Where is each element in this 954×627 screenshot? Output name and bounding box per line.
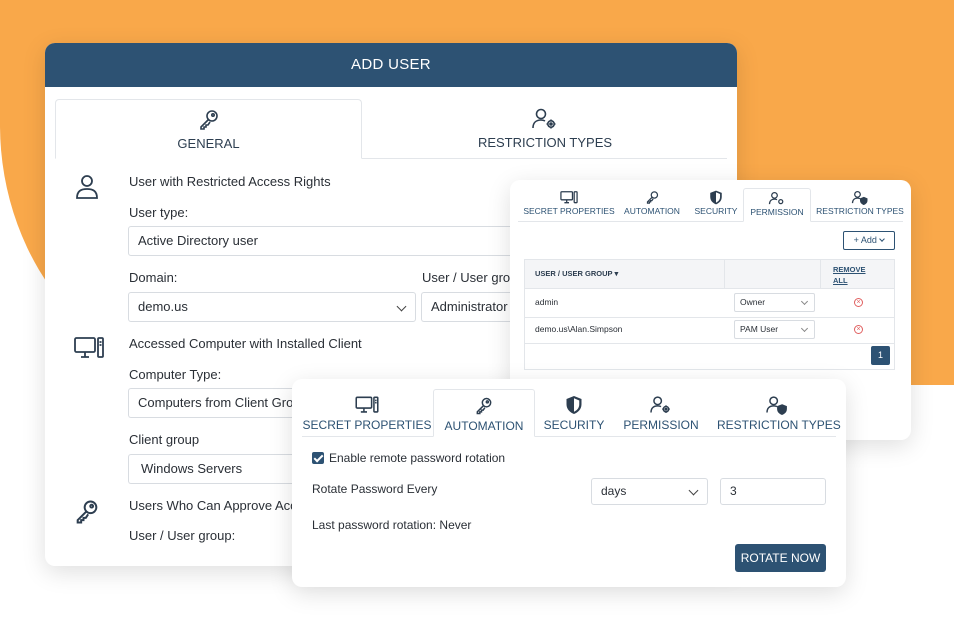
rotation-count-input[interactable]: 3 xyxy=(720,478,826,505)
tab-label: PERMISSION xyxy=(750,207,804,217)
rotate-now-button[interactable]: ROTATE NOW xyxy=(735,544,826,572)
tab-security[interactable]: SECURITY xyxy=(542,389,606,437)
domain-label: Domain: xyxy=(129,270,178,285)
chevron-down-icon xyxy=(800,324,809,333)
remove-all-line1: REMOVE xyxy=(833,265,866,274)
chevron-down-icon xyxy=(396,301,407,312)
tab-restriction-types[interactable]: RESTRICTION TYPES xyxy=(385,99,705,159)
role-value: PAM User xyxy=(740,324,779,334)
chevron-down-icon xyxy=(688,485,699,496)
user-type-label: User type: xyxy=(129,205,189,220)
tab-restriction-types[interactable]: RESTRICTION TYPES xyxy=(814,188,906,222)
rotate-every-label: Rotate Password Every xyxy=(312,482,438,496)
role-value: Owner xyxy=(740,297,766,307)
column-divider xyxy=(724,260,725,289)
domain-value: demo.us xyxy=(138,299,188,314)
computer-icon xyxy=(560,191,578,204)
tab-secret-properties[interactable]: SECRET PROPERTIES xyxy=(522,188,616,222)
column-divider xyxy=(820,260,821,289)
row-divider xyxy=(525,343,894,344)
rotation-unit-select[interactable]: days xyxy=(591,478,708,505)
permission-tabs: SECRET PROPERTIES AUTOMATION SECURITY PE… xyxy=(518,188,906,222)
tab-automation[interactable]: AUTOMATION xyxy=(433,389,535,437)
user-icon xyxy=(76,175,98,199)
tab-label: AUTOMATION xyxy=(444,419,524,433)
shield-icon xyxy=(566,396,582,414)
remove-all-line2: ALL xyxy=(833,276,848,285)
remove-icon[interactable]: × xyxy=(854,325,863,334)
automation-panel: SECRET PROPERTIES AUTOMATION SECURITY PE… xyxy=(292,379,846,587)
computer-icon xyxy=(355,396,379,413)
role-select[interactable]: Owner xyxy=(734,293,815,312)
computer-type-label: Computer Type: xyxy=(129,367,222,382)
key-icon xyxy=(76,500,98,524)
key-icon xyxy=(646,191,658,204)
remove-all-link[interactable]: REMOVE ALL xyxy=(833,264,866,286)
section-computer-title: Accessed Computer with Installed Client xyxy=(129,336,362,351)
enable-rotation-checkbox[interactable] xyxy=(312,452,324,464)
tab-restriction-types[interactable]: RESTRICTION TYPES xyxy=(717,389,841,437)
tab-permission[interactable]: PERMISSION xyxy=(743,188,811,222)
chevron-down-icon xyxy=(800,297,809,306)
tab-label: SECRET PROPERTIES xyxy=(302,418,432,432)
table-row-user: admin xyxy=(535,297,559,307)
permission-table: USER / USER GROUP ▾ REMOVE ALL admin Own… xyxy=(524,259,895,370)
pagination-page-1[interactable]: 1 xyxy=(871,346,890,365)
client-group-label: Client group xyxy=(129,432,200,447)
tab-permission[interactable]: PERMISSION xyxy=(620,389,702,437)
tab-label: RESTRICTION TYPES xyxy=(717,418,841,432)
column-user-header[interactable]: USER / USER GROUP ▾ xyxy=(535,269,618,278)
tab-label: SECURITY xyxy=(543,418,605,432)
enable-rotation-label: Enable remote password rotation xyxy=(329,451,506,465)
key-icon xyxy=(199,110,218,130)
tab-label: AUTOMATION xyxy=(624,206,680,216)
user-gear-icon xyxy=(768,191,784,205)
client-group-select[interactable]: Windows Servers xyxy=(128,454,298,484)
tab-general[interactable]: GENERAL xyxy=(55,99,362,159)
domain-select[interactable]: demo.us xyxy=(128,292,416,322)
automation-tabs: SECRET PROPERTIES AUTOMATION SECURITY PE… xyxy=(302,389,841,437)
tab-automation[interactable]: AUTOMATION xyxy=(618,188,686,222)
add-button[interactable]: + Add xyxy=(843,231,895,250)
computer-type-select[interactable]: Computers from Client Gro xyxy=(128,388,298,418)
tab-security[interactable]: SECURITY xyxy=(690,188,742,222)
key-icon xyxy=(476,397,492,415)
tab-label: RESTRICTION TYPES xyxy=(816,206,904,216)
user-gear-icon xyxy=(650,396,670,413)
approve-group-label: User / User group: xyxy=(129,528,236,543)
row-divider xyxy=(525,317,894,318)
tab-general-label: GENERAL xyxy=(177,136,240,151)
tab-secret-properties[interactable]: SECRET PROPERTIES xyxy=(302,389,432,437)
user-shield-icon xyxy=(766,396,787,415)
computer-icon xyxy=(74,337,104,358)
tab-label: SECURITY xyxy=(694,206,738,216)
user-gear-icon xyxy=(532,108,556,129)
tab-restriction-label: RESTRICTION TYPES xyxy=(477,135,613,150)
dialog-tabs: GENERAL RESTRICTION TYPES xyxy=(55,99,727,159)
chevron-down-icon xyxy=(879,236,886,242)
user-shield-icon xyxy=(851,190,868,205)
tab-label: PERMISSION xyxy=(623,418,699,432)
role-select[interactable]: PAM User xyxy=(734,320,815,339)
shield-icon xyxy=(710,190,722,205)
last-rotation-text: Last password rotation: Never xyxy=(312,518,472,532)
user-type-select[interactable]: Active Directory user xyxy=(128,226,528,256)
dialog-title: ADD USER xyxy=(45,43,737,87)
remove-icon[interactable]: × xyxy=(854,298,863,307)
section-approve-title: Users Who Can Approve Acce xyxy=(129,498,304,513)
add-label: + Add xyxy=(853,235,877,245)
tab-label: SECRET PROPERTIES xyxy=(523,206,615,216)
rotation-unit-value: days xyxy=(601,484,627,498)
table-row-user: demo.us\Alan.Simpson xyxy=(535,324,623,334)
section-restricted-title: User with Restricted Access Rights xyxy=(129,174,331,189)
